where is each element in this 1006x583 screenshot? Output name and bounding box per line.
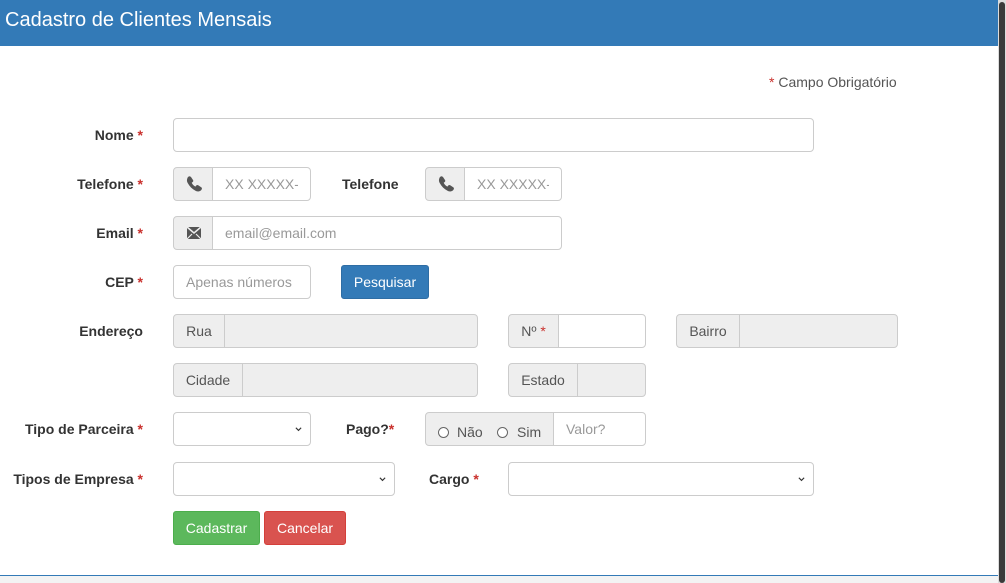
chevron-down-icon <box>379 477 386 482</box>
numero-addon: Nº * <box>508 314 559 348</box>
cadastrar-button[interactable]: Cadastrar <box>173 511 260 545</box>
bairro-input <box>739 314 898 348</box>
radio-nao-label: Não <box>457 424 483 440</box>
label-tipo-parceira: Tipo de Parceira * <box>24 421 143 437</box>
required-field-note: * Campo Obrigatório <box>769 74 897 90</box>
label-tipos-empresa: Tipos de Empresa * <box>13 471 143 487</box>
telefone-input[interactable] <box>212 167 311 201</box>
label-nome: Nome * <box>94 127 143 143</box>
label-endereco: Endereço <box>79 323 143 339</box>
pago-radio-group: Não Sim <box>425 412 554 446</box>
rua-input <box>224 314 478 348</box>
rua-addon: Rua <box>173 314 225 348</box>
cidade-addon: Cidade <box>173 363 243 397</box>
page-header: Cadastro de Clientes Mensais <box>0 0 998 46</box>
label-telefone-2: Telefone <box>342 176 399 192</box>
tipo-parceira-select[interactable] <box>173 412 311 446</box>
telefone-2-input[interactable] <box>464 167 562 201</box>
label-pago: Pago?* <box>346 421 395 437</box>
scrollbar[interactable] <box>998 0 1006 583</box>
cep-input[interactable] <box>173 265 311 299</box>
radio-nao[interactable] <box>438 427 449 438</box>
radio-sim[interactable] <box>497 427 508 438</box>
bairro-addon: Bairro <box>676 314 740 348</box>
radio-sim-label: Sim <box>517 424 542 440</box>
search-cep-button[interactable]: Pesquisar <box>341 265 429 299</box>
cidade-input <box>242 363 478 397</box>
estado-addon: Estado <box>508 363 578 397</box>
valor-input[interactable] <box>553 412 646 446</box>
panel-footer-shade <box>0 576 998 583</box>
nome-input[interactable] <box>173 118 814 152</box>
numero-input[interactable] <box>558 314 646 348</box>
tipos-empresa-select[interactable] <box>173 462 395 496</box>
phone-icon <box>425 167 465 201</box>
chevron-down-icon <box>295 427 302 432</box>
label-email: Email * <box>96 225 143 241</box>
cargo-select[interactable] <box>508 462 814 496</box>
page-title: Cadastro de Clientes Mensais <box>5 9 272 31</box>
label-cep: CEP * <box>105 274 143 290</box>
estado-input <box>577 363 646 397</box>
envelope-icon <box>173 216 213 250</box>
chevron-down-icon <box>798 477 805 482</box>
cancelar-button[interactable]: Cancelar <box>264 511 346 545</box>
phone-icon <box>173 167 213 201</box>
label-telefone: Telefone * <box>77 176 143 192</box>
label-cargo: Cargo * <box>429 471 479 487</box>
email-input[interactable] <box>212 216 562 250</box>
